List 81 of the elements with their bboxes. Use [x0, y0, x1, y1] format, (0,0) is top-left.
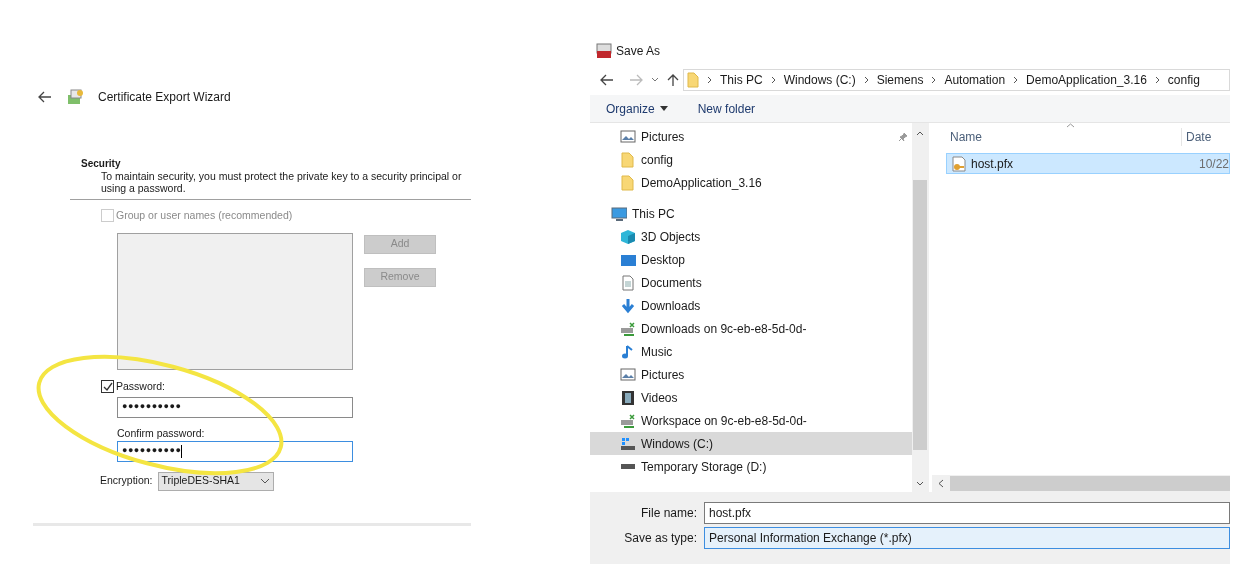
nav-item[interactable]: config [590, 148, 913, 171]
breadcrumb-item[interactable]: Siemens [876, 71, 924, 89]
section-description: To maintain security, you must protect the private key to a security principal or using a password. [100, 170, 463, 194]
folder-icon [687, 72, 699, 88]
column-header[interactable]: Name [931, 128, 1182, 146]
chevron-right-icon [863, 76, 869, 84]
drive-icon [621, 464, 635, 469]
breadcrumb-item[interactable]: Automation [944, 71, 1006, 89]
checkbox-label: Password: [116, 378, 166, 394]
document-icon [620, 274, 636, 291]
save-dialog-icon [596, 43, 612, 59]
video-icon [620, 389, 636, 406]
checkbox[interactable] [101, 380, 114, 394]
organize-menu[interactable]: Organize [606, 99, 668, 118]
network-icon [620, 412, 636, 429]
nav-item[interactable]: Windows (C:) [590, 432, 913, 455]
password-field[interactable]: ●●●●●●●●●● [117, 440, 353, 462]
nav-item[interactable]: Music [590, 340, 913, 363]
vertical-scrollbar[interactable] [912, 123, 928, 492]
computer-icon [611, 205, 627, 222]
breadcrumb-item[interactable]: Windows (C:) [783, 71, 856, 89]
scrollbar-thumb[interactable] [913, 180, 927, 450]
field-label: Encryption: [100, 473, 153, 489]
user-list-box[interactable] [117, 232, 353, 370]
toolbar-button[interactable]: New folder [697, 99, 756, 118]
file-name-field[interactable]: host.pfx [704, 502, 1230, 524]
dialog-title: Save As [616, 43, 661, 60]
back-arrow-icon[interactable] [38, 91, 52, 103]
field-label: Confirm password: [117, 426, 206, 439]
chevron-left-icon[interactable] [937, 479, 944, 488]
back-arrow-icon[interactable] [600, 74, 614, 86]
nav-item[interactable]: Downloads [590, 294, 913, 317]
folder-icon [620, 174, 636, 191]
pictures-icon [620, 366, 636, 383]
chevron-right-icon [770, 76, 776, 84]
chevron-right-icon [931, 76, 937, 84]
windows-drive-icon [620, 435, 636, 452]
breadcrumb-item[interactable]: config [1167, 71, 1200, 89]
certificate-icon [66, 88, 84, 106]
nav-item[interactable]: Desktop [590, 248, 913, 271]
nav-item[interactable]: Documents [590, 271, 913, 294]
chevron-down-icon[interactable] [916, 481, 924, 486]
column-header[interactable]: Date [1181, 128, 1212, 146]
field-label: Save as type: [623, 530, 698, 547]
section-title: Security [81, 158, 122, 170]
breadcrumb-item[interactable]: This PC [720, 71, 763, 89]
folder-icon [620, 151, 636, 168]
chevron-down-icon[interactable] [651, 77, 659, 83]
scrollbar-thumb[interactable] [949, 476, 1230, 491]
breadcrumb-item[interactable]: DemoApplication_3.16 [1026, 71, 1147, 89]
download-icon [620, 297, 636, 314]
horizontal-scrollbar[interactable] [931, 475, 1230, 492]
nav-item[interactable]: Pictures [590, 363, 913, 386]
nav-item[interactable]: Workspace on 9c-eb-e8-5d-0d- [590, 409, 913, 432]
network-icon [620, 320, 636, 337]
wizard-title: Certificate Export Wizard [98, 89, 231, 106]
nav-item[interactable]: Pictures [590, 125, 913, 148]
file-row[interactable]: host.pfx 10/22 [945, 153, 1230, 174]
certificate-file-icon [950, 155, 967, 172]
chevron-right-icon [707, 76, 712, 84]
chevron-right-icon [1013, 76, 1019, 84]
field-label: File name: [639, 505, 698, 522]
pictures-icon [620, 128, 636, 145]
chevron-right-icon [1154, 76, 1160, 84]
nav-item[interactable]: 3D Objects [590, 225, 913, 248]
nav-item[interactable]: Temporary Storage (D:) [590, 455, 913, 478]
cube-icon [620, 228, 636, 245]
nav-item[interactable]: This PC [590, 202, 913, 225]
file-date: 10/22 [1197, 155, 1229, 173]
chevron-down-icon [259, 478, 270, 484]
file-name: host.pfx [970, 155, 1013, 173]
chevron-up-icon[interactable] [916, 131, 924, 136]
up-arrow-icon[interactable] [667, 73, 679, 87]
password-field[interactable]: ●●●●●●●●●● [117, 396, 353, 418]
nav-item[interactable]: Videos [590, 386, 913, 409]
file-type-dropdown[interactable]: Personal Information Exchange (*.pfx) [704, 527, 1230, 549]
nav-item[interactable]: Downloads on 9c-eb-e8-5d-0d- [590, 317, 913, 340]
nav-item[interactable]: DemoApplication_3.16 [590, 171, 913, 194]
caret-down-icon [659, 106, 668, 111]
checkbox-label: Group or user names (recommended) [116, 208, 293, 223]
address-bar[interactable]: This PC Windows (C:) Siemens Automation DemoApplication_3.16 config [683, 69, 1230, 91]
